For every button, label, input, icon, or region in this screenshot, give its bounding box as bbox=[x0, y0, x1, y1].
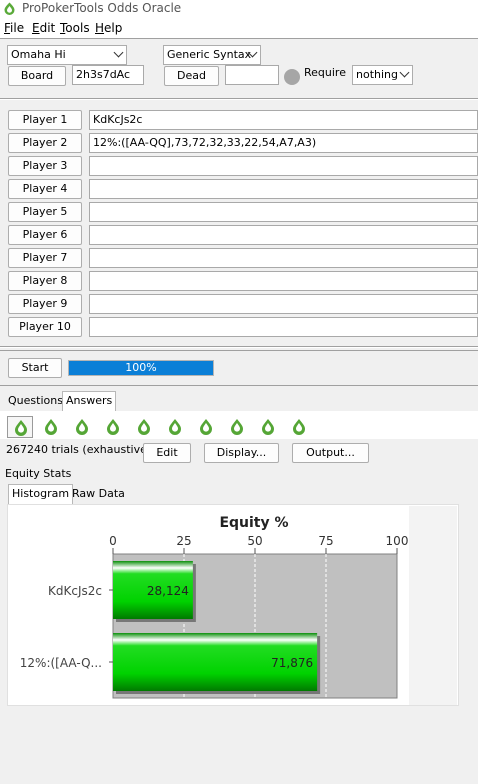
drop-icon-button[interactable] bbox=[286, 416, 312, 438]
drop-icon bbox=[76, 419, 88, 435]
player-7-hand-input[interactable] bbox=[89, 248, 478, 268]
player-6-hand-input[interactable] bbox=[89, 225, 478, 245]
drop-icon-button[interactable] bbox=[162, 416, 188, 438]
drop-icon bbox=[45, 419, 57, 435]
drop-icon bbox=[107, 419, 119, 435]
player-3-button[interactable]: Player 3 bbox=[8, 156, 82, 176]
x-tick-label: 50 bbox=[247, 534, 262, 548]
x-tick-label: 25 bbox=[176, 534, 191, 548]
player-6-button[interactable]: Player 6 bbox=[8, 225, 82, 245]
player-4-button[interactable]: Player 4 bbox=[8, 179, 82, 199]
player-8-button[interactable]: Player 8 bbox=[8, 271, 82, 291]
player-5-hand-input[interactable] bbox=[89, 202, 478, 222]
x-tick-label: 100 bbox=[386, 534, 409, 548]
drop-icon-button[interactable] bbox=[224, 416, 250, 438]
menu-help[interactable]: Help bbox=[95, 20, 122, 36]
board-button[interactable]: Board bbox=[8, 66, 66, 86]
player-2-hand-input[interactable]: 12%:([AA-QQ],73,72,32,33,22,54,A7,A3) bbox=[89, 133, 478, 153]
drop-icon-button[interactable] bbox=[255, 416, 281, 438]
tab-raw-data[interactable]: Raw Data bbox=[69, 485, 128, 505]
start-button[interactable]: Start bbox=[8, 358, 62, 378]
edit-button[interactable]: Edit bbox=[143, 443, 191, 463]
drop-icon bbox=[138, 419, 150, 435]
player-2-button[interactable]: Player 2 bbox=[8, 133, 82, 153]
menu-edit[interactable]: Edit bbox=[32, 20, 55, 36]
progress-text: 100% bbox=[125, 361, 157, 374]
player-3-hand-input[interactable] bbox=[89, 156, 478, 176]
require-label: Require bbox=[304, 66, 346, 79]
drop-icon bbox=[293, 419, 305, 435]
category-label: KdKcJs2c bbox=[48, 584, 102, 598]
require-select[interactable]: nothing bbox=[352, 65, 413, 85]
player-4-hand-input[interactable] bbox=[89, 179, 478, 199]
board-input[interactable]: 2h3s7dAc bbox=[72, 65, 144, 85]
player-1-button[interactable]: Player 1 bbox=[8, 110, 82, 130]
tab-histogram[interactable]: Histogram bbox=[8, 484, 74, 504]
drop-icon bbox=[15, 420, 27, 436]
drop-icon bbox=[169, 419, 181, 435]
drop-icon bbox=[231, 419, 243, 435]
dead-input[interactable] bbox=[225, 65, 279, 85]
player-5-button[interactable]: Player 5 bbox=[8, 202, 82, 222]
player-1-hand-input[interactable]: KdKcJs2c bbox=[89, 110, 478, 130]
drop-icon-button[interactable] bbox=[131, 416, 157, 438]
drop-icon-button[interactable] bbox=[193, 416, 219, 438]
bar-value-label: 28,124 bbox=[147, 584, 189, 598]
divider bbox=[0, 385, 478, 386]
drop-icon bbox=[262, 419, 274, 435]
category-label: 12%:([AA-Q... bbox=[20, 656, 102, 670]
drop-icon-button[interactable] bbox=[69, 416, 95, 438]
divider bbox=[0, 350, 478, 351]
display-button[interactable]: Display... bbox=[204, 443, 279, 463]
trials-text: 267240 trials (exhaustive) bbox=[6, 443, 152, 456]
status-indicator-icon bbox=[284, 69, 300, 85]
x-tick-label: 0 bbox=[109, 534, 117, 548]
dead-button[interactable]: Dead bbox=[164, 66, 219, 86]
drop-icon bbox=[200, 419, 212, 435]
player-9-button[interactable]: Player 9 bbox=[8, 294, 82, 314]
tab-answers[interactable]: Answers bbox=[62, 391, 117, 411]
divider bbox=[0, 38, 478, 39]
equity-stats-label: Equity Stats bbox=[5, 467, 72, 480]
bar-value-label: 71,876 bbox=[271, 656, 313, 670]
equity-chart: Equity % 0 25 50 75 100 28,124 KdKcJs2c 71,876 12… bbox=[20, 515, 409, 699]
game-select[interactable]: Omaha Hi bbox=[7, 45, 127, 65]
progress-bar: 100% bbox=[68, 360, 214, 376]
app-logo-icon bbox=[4, 2, 15, 15]
drop-icon-button[interactable] bbox=[7, 416, 33, 438]
drop-icon-button[interactable] bbox=[100, 416, 126, 438]
drop-icon-button[interactable] bbox=[38, 416, 64, 438]
x-tick-label: 75 bbox=[318, 534, 333, 548]
player-8-hand-input[interactable] bbox=[89, 271, 478, 291]
chevron-down-icon bbox=[113, 47, 124, 58]
player-9-hand-input[interactable] bbox=[89, 294, 478, 314]
tab-questions[interactable]: Questions bbox=[5, 392, 66, 412]
chevron-down-icon bbox=[399, 67, 410, 78]
menu-tools[interactable]: Tools bbox=[60, 20, 90, 36]
player-10-hand-input[interactable] bbox=[89, 317, 478, 337]
divider bbox=[0, 99, 478, 100]
chart-title: Equity % bbox=[219, 515, 288, 531]
window-title: ProPokerTools Odds Oracle bbox=[22, 1, 182, 15]
output-button[interactable]: Output... bbox=[292, 443, 369, 463]
player-10-button[interactable]: Player 10 bbox=[8, 317, 82, 337]
syntax-select[interactable]: Generic Syntax bbox=[163, 45, 261, 65]
player-7-button[interactable]: Player 7 bbox=[8, 248, 82, 268]
divider bbox=[0, 347, 478, 348]
menu-file[interactable]: File bbox=[4, 20, 24, 36]
